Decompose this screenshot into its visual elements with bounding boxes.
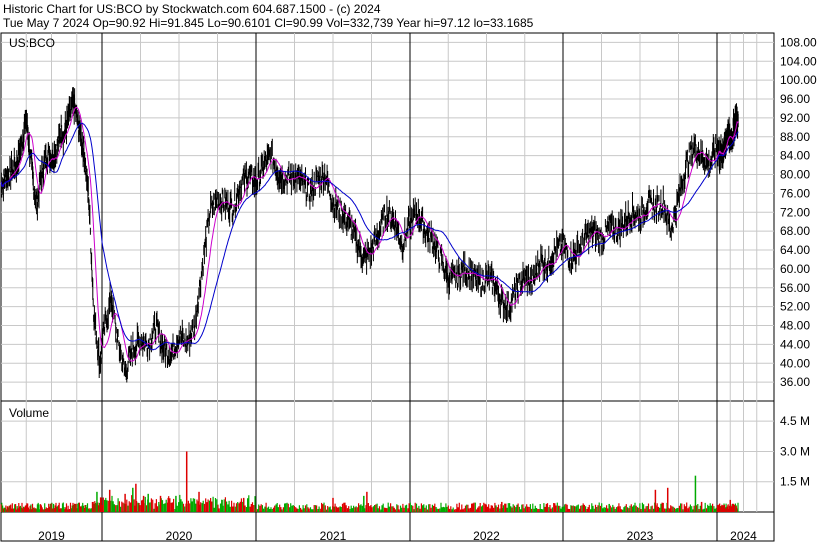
price-y-tick-label: 52.00 — [780, 300, 810, 314]
x-tick-label: 2022 — [473, 529, 500, 543]
volume-y-tick-label: 1.5 M — [780, 475, 810, 489]
volume-y-tick-label: 3.0 M — [780, 444, 810, 458]
chart-header-quote: Tue May 7 2024 Op=90.92 Hi=91.845 Lo=90.… — [3, 16, 534, 30]
x-tick-label: 2021 — [320, 529, 347, 543]
price-y-tick-label: 84.00 — [780, 149, 810, 163]
price-y-tick-label: 92.00 — [780, 111, 810, 125]
volume-panel-title: Volume — [9, 406, 49, 420]
price-y-tick-label: 64.00 — [780, 243, 810, 257]
price-y-tick-label: 108.00 — [780, 35, 817, 49]
price-y-axis: 108.00 104.00 100.00 96.00 92.00 88.00 84.00 80… — [780, 35, 817, 389]
price-y-tick-label: 100.00 — [780, 73, 817, 87]
price-y-tick-label: 76.00 — [780, 186, 810, 200]
price-y-tick-label: 104.00 — [780, 54, 817, 68]
price-y-tick-label: 36.00 — [780, 375, 810, 389]
stock-chart: 108.00 104.00 100.00 96.00 92.00 88.00 84.00 80… — [0, 32, 817, 543]
price-y-tick-label: 68.00 — [780, 224, 810, 238]
price-y-tick-label: 88.00 — [780, 130, 810, 144]
x-tick-label: 2020 — [166, 529, 193, 543]
price-y-tick-label: 44.00 — [780, 337, 810, 351]
price-y-tick-label: 48.00 — [780, 319, 810, 333]
volume-y-axis: 4.5 M 3.0 M 1.5 M — [780, 414, 810, 489]
x-axis-strip — [0, 511, 775, 542]
price-panel-title: US:BCO — [9, 36, 55, 50]
x-tick-label: 2023 — [627, 529, 654, 543]
x-tick-label: 2019 — [38, 529, 65, 543]
price-y-tick-label: 56.00 — [780, 281, 810, 295]
price-y-tick-label: 96.00 — [780, 92, 810, 106]
volume-y-tick-label: 4.5 M — [780, 414, 810, 428]
price-y-tick-label: 72.00 — [780, 205, 810, 219]
price-y-tick-label: 80.00 — [780, 168, 810, 182]
price-y-tick-label: 40.00 — [780, 356, 810, 370]
price-y-tick-label: 60.00 — [780, 262, 810, 276]
x-tick-label: 2024 — [730, 529, 757, 543]
chart-header-title: Historic Chart for US:BCO by Stockwatch.… — [3, 2, 381, 16]
volume-panel — [0, 400, 775, 513]
